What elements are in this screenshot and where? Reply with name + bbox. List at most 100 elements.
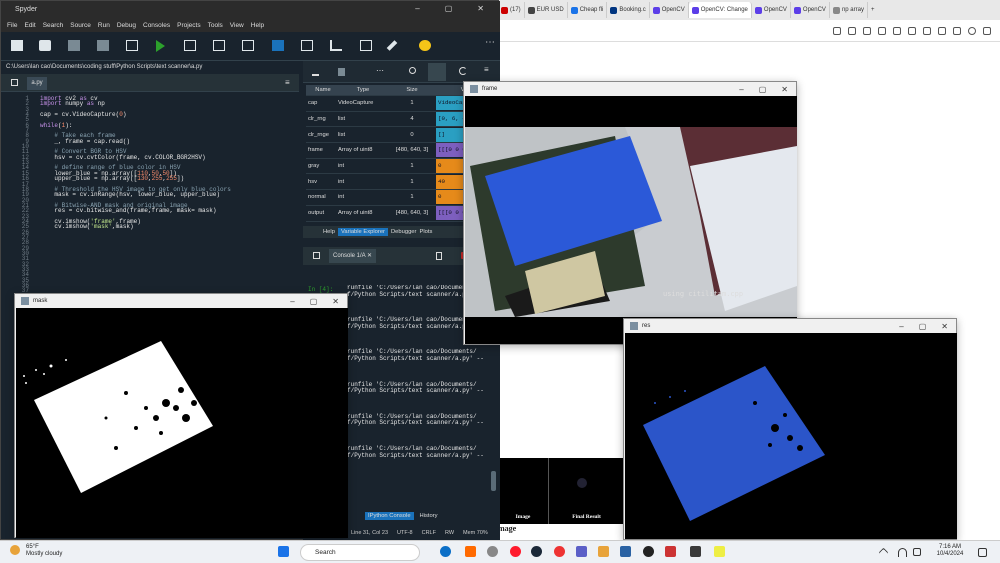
opera-icon[interactable] <box>510 546 521 557</box>
volume-icon[interactable] <box>913 548 921 556</box>
steam-icon[interactable] <box>531 546 542 557</box>
more-icon[interactable]: ⋯ <box>376 66 384 75</box>
menu-item[interactable]: Source <box>70 22 91 29</box>
maximize-pane-icon[interactable] <box>360 40 372 51</box>
notepad-icon[interactable] <box>620 546 631 557</box>
app3-icon[interactable] <box>690 546 701 557</box>
filter-icon[interactable] <box>428 63 446 81</box>
new-tab-button[interactable]: + <box>868 2 878 18</box>
close-icon[interactable]: ✕ <box>477 4 484 13</box>
start-icon[interactable] <box>278 546 289 557</box>
browser-tab[interactable]: Booking.c <box>607 2 650 18</box>
browser-tab[interactable]: OpenCV <box>791 2 830 18</box>
browser-tab[interactable]: OpenCV <box>752 2 791 18</box>
menu-item[interactable]: Help <box>251 22 264 29</box>
browse-tabs-icon[interactable] <box>11 79 18 86</box>
app4-icon[interactable] <box>714 546 725 557</box>
menu-item[interactable]: Tools <box>208 22 223 29</box>
menu-item[interactable]: Run <box>98 22 110 29</box>
editor-path[interactable]: C:\Users\lan cao\Documents\coding stuff\… <box>1 61 301 73</box>
teams-icon[interactable] <box>576 546 587 557</box>
chrome-icon[interactable] <box>487 546 498 557</box>
column-header[interactable]: Type <box>338 87 388 93</box>
browser-tab[interactable]: EUR USD <box>525 2 568 18</box>
column-header[interactable]: Name <box>306 87 338 93</box>
maximize-icon[interactable]: ▢ <box>445 4 453 13</box>
code-text[interactable]: import cv2 as cv import numpy as np cap … <box>40 96 298 296</box>
menu-item[interactable]: Consoles <box>143 22 170 29</box>
menu-item[interactable]: Search <box>43 22 64 29</box>
weather-widget[interactable]: 65°F Mostly cloudy <box>10 544 90 558</box>
run-selection-icon[interactable] <box>242 40 254 51</box>
editor-tab-a-py[interactable]: a.py <box>27 77 47 90</box>
refresh-icon[interactable] <box>459 67 467 75</box>
browser-tab[interactable]: OpenCV <box>650 2 689 18</box>
console-bottom-tab[interactable]: History <box>420 513 438 519</box>
menu-item[interactable]: Projects <box>177 22 200 29</box>
pane-tab[interactable]: Help <box>323 229 335 235</box>
browse-consoles-icon[interactable] <box>313 252 320 259</box>
play-icon[interactable] <box>908 27 916 35</box>
notification-icon[interactable] <box>978 548 987 557</box>
menu-item[interactable]: Debug <box>117 22 136 29</box>
debug-icon[interactable] <box>272 40 284 51</box>
copy-icon[interactable] <box>436 252 442 260</box>
lock-icon[interactable] <box>953 27 961 35</box>
browser-tab[interactable]: OpenCV: Change <box>688 2 752 18</box>
minimize-icon[interactable]: – <box>899 322 903 331</box>
search-icon[interactable] <box>409 67 416 74</box>
pane-tab[interactable]: Debugger <box>391 229 416 235</box>
close-icon[interactable]: ✕ <box>941 322 948 331</box>
extensions-icon[interactable] <box>833 27 841 35</box>
opera-gx-icon[interactable] <box>554 546 565 557</box>
minimize-icon[interactable]: – <box>290 297 294 306</box>
wifi-icon[interactable] <box>898 548 907 557</box>
minimize-icon[interactable]: – <box>739 85 743 94</box>
pane-tab[interactable]: Variable Explorer <box>337 228 388 236</box>
brave-icon[interactable] <box>465 546 476 557</box>
menu-item[interactable]: View <box>230 22 244 29</box>
pane-tab[interactable]: Plots <box>419 229 432 235</box>
column-header[interactable]: Size <box>388 87 436 93</box>
browser-tab[interactable]: np array <box>830 2 868 18</box>
reader-icon[interactable] <box>848 27 856 35</box>
maximize-icon[interactable]: ▢ <box>759 85 767 94</box>
preferences-wrench-icon[interactable] <box>386 40 398 51</box>
import-data-icon[interactable] <box>312 68 319 76</box>
code-editor[interactable]: a.py ≡ 1 2 3 4 5 6 7 8 9 10 11 12 13 14 15 16 17 18 19 20 21… <box>1 74 299 294</box>
save-data-icon[interactable] <box>338 68 345 76</box>
history-icon[interactable] <box>923 27 931 35</box>
settings-icon[interactable] <box>878 27 886 35</box>
close-icon[interactable]: ✕ <box>781 85 788 94</box>
profile-icon[interactable] <box>968 27 976 35</box>
run-cell-advance-icon[interactable] <box>213 40 225 51</box>
chevron-up-icon[interactable] <box>878 547 889 558</box>
camera-icon[interactable] <box>863 27 871 35</box>
edge-icon[interactable] <box>440 546 451 557</box>
console-scrollbar[interactable] <box>491 471 496 491</box>
close-icon[interactable]: ✕ <box>332 297 339 306</box>
save-icon[interactable] <box>68 40 80 51</box>
close-console-icon[interactable]: ✕ <box>367 253 372 259</box>
profile-code-icon[interactable] <box>301 40 313 51</box>
tools-icon[interactable] <box>893 27 901 35</box>
console-tab[interactable]: Console 1/A ✕ <box>329 249 377 263</box>
download-icon[interactable] <box>938 27 946 35</box>
taskbar-search[interactable]: Search <box>300 544 420 561</box>
clock[interactable]: 7:16 AM 10/4/2024 <box>930 544 970 558</box>
browser-tab[interactable]: (17) <box>498 2 525 18</box>
stop-debug-icon[interactable] <box>330 40 342 51</box>
new-window-icon[interactable] <box>126 40 138 51</box>
menu-item[interactable]: Edit <box>24 22 35 29</box>
minimize-icon[interactable]: – <box>415 4 419 13</box>
browser-tab[interactable]: Cheap fli <box>568 2 608 18</box>
save-all-icon[interactable] <box>97 40 109 51</box>
file-explorer-icon[interactable] <box>598 546 609 557</box>
options-menu-icon[interactable]: ≡ <box>484 65 489 74</box>
menu-item[interactable]: File <box>7 22 17 29</box>
open-file-icon[interactable] <box>39 40 51 51</box>
more-options-icon[interactable]: ⋯ <box>485 38 497 51</box>
python-path-icon[interactable] <box>419 40 431 51</box>
new-file-icon[interactable] <box>11 40 23 51</box>
run-icon[interactable] <box>156 40 165 52</box>
